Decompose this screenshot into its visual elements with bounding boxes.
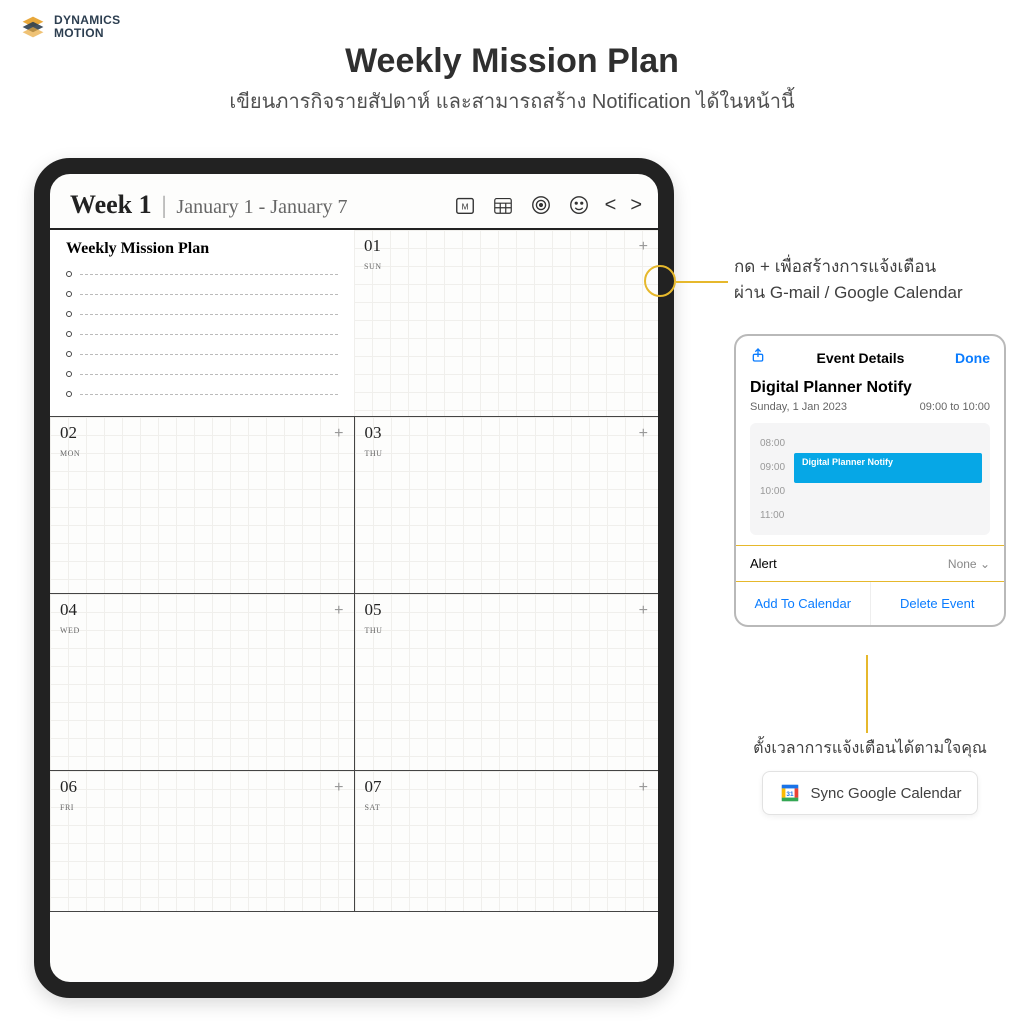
share-icon[interactable]: [750, 346, 766, 369]
add-event-button[interactable]: +: [334, 779, 343, 797]
brand-logo: DYNAMICSMOTION: [20, 14, 120, 40]
event-date: Sunday, 1 Jan 2023: [750, 401, 847, 413]
mission-line[interactable]: [66, 324, 338, 344]
connector-line: [866, 655, 868, 733]
week-grid: Weekly Mission Plan 01SUN + 0: [50, 228, 658, 912]
event-time: 09:00 to 10:00: [920, 401, 990, 413]
date-range: January 1 - January 7: [176, 196, 347, 219]
connector-line: [676, 281, 728, 283]
mission-line[interactable]: [66, 284, 338, 304]
day-cell-wed[interactable]: 04WED+: [50, 594, 354, 770]
month-view-icon[interactable]: M: [453, 193, 477, 217]
planner-screen: Week 1 | January 1 - January 7 M < > Wee…: [50, 174, 658, 912]
divider: |: [162, 193, 167, 220]
mission-cell: Weekly Mission Plan: [50, 230, 354, 416]
plus-highlight-circle: [644, 265, 676, 297]
logo-line1: DYNAMICS: [54, 13, 120, 27]
next-week-button[interactable]: >: [630, 194, 642, 217]
target-icon[interactable]: [529, 193, 553, 217]
alert-row[interactable]: Alert None ⌄: [736, 545, 1004, 582]
alert-value: None ⌄: [948, 557, 990, 571]
hero: Weekly Mission Plan เขียนภารกิจรายสัปดาห…: [0, 0, 1024, 117]
alert-label: Alert: [750, 556, 777, 571]
event-details-panel: Event Details Done Digital Planner Notif…: [734, 334, 1006, 627]
tablet-frame: Week 1 | January 1 - January 7 M < > Wee…: [34, 158, 674, 998]
delete-event-button[interactable]: Delete Event: [870, 582, 1005, 625]
mission-line[interactable]: [66, 384, 338, 404]
page-title: Weekly Mission Plan: [0, 42, 1024, 81]
calendar-grid-icon[interactable]: [491, 193, 515, 217]
logo-icon: [20, 14, 46, 40]
page-subtitle: เขียนภารกิจรายสัปดาห์ และสามารถสร้าง Not…: [0, 85, 1024, 117]
sync-google-calendar-chip[interactable]: 31 Sync Google Calendar: [762, 771, 979, 815]
day-cell-mon[interactable]: 02MON+: [50, 417, 354, 593]
mission-line[interactable]: [66, 264, 338, 284]
day-cell-fri[interactable]: 06FRI+: [50, 771, 354, 911]
smile-icon[interactable]: [567, 193, 591, 217]
add-event-button[interactable]: +: [639, 425, 648, 443]
add-event-button[interactable]: +: [639, 602, 648, 620]
day-cell-sat[interactable]: 07SAT+: [354, 771, 659, 911]
timeline: 08:00 09:00 10:00 11:00 Digital Planner …: [750, 423, 990, 535]
day-cell-sun[interactable]: 01SUN +: [354, 230, 658, 416]
mission-heading: Weekly Mission Plan: [66, 240, 338, 258]
add-event-button[interactable]: +: [639, 238, 648, 256]
logo-line2: MOTION: [54, 26, 104, 40]
mission-line[interactable]: [66, 304, 338, 324]
mission-line[interactable]: [66, 364, 338, 384]
mission-line[interactable]: [66, 344, 338, 364]
done-button[interactable]: Done: [955, 350, 990, 366]
sync-label: Sync Google Calendar: [811, 785, 962, 802]
day-cell-tue[interactable]: 03THU+: [354, 417, 659, 593]
week-label: Week 1: [70, 190, 152, 220]
svg-text:31: 31: [786, 791, 794, 798]
panel-title: Event Details: [817, 350, 905, 366]
add-event-button[interactable]: +: [334, 602, 343, 620]
week-header: Week 1 | January 1 - January 7 M < >: [50, 188, 658, 228]
plus-callout: กด + เพื่อสร้างการแจ้งเตือน ผ่าน G-mail …: [734, 254, 1006, 305]
add-event-button[interactable]: +: [639, 779, 648, 797]
event-name: Digital Planner Notify: [750, 379, 990, 397]
add-event-button[interactable]: +: [334, 425, 343, 443]
alert-callout: ตั้งเวลาการแจ้งเตือนได้ตามใจคุณ 31 Sync …: [730, 736, 1010, 815]
google-calendar-icon: 31: [779, 782, 801, 804]
day-cell-thu[interactable]: 05THU+: [354, 594, 659, 770]
event-block[interactable]: Digital Planner Notify: [794, 453, 982, 483]
svg-text:M: M: [461, 203, 468, 212]
prev-week-button[interactable]: <: [605, 194, 617, 217]
add-to-calendar-button[interactable]: Add To Calendar: [736, 582, 870, 625]
